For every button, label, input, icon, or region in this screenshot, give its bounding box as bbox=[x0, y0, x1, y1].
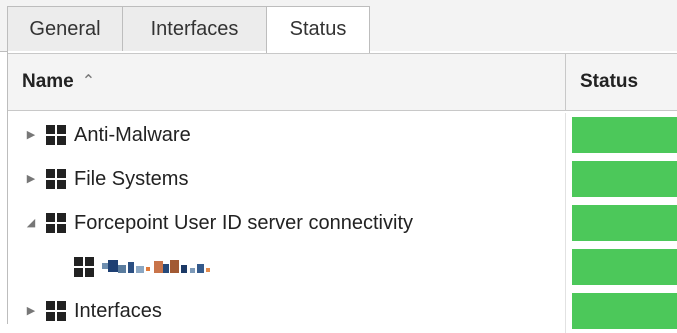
table-row[interactable]: ◢ Forcepoint User ID server connectivity bbox=[8, 201, 677, 245]
grid-icon bbox=[46, 169, 66, 189]
tab-general[interactable]: General bbox=[7, 6, 123, 52]
collapse-arrow-icon[interactable]: ◢ bbox=[24, 201, 38, 245]
row-label: Interfaces bbox=[74, 300, 162, 322]
status-indicator bbox=[572, 161, 677, 197]
row-label: File Systems bbox=[74, 168, 189, 190]
table-row[interactable] bbox=[8, 245, 677, 289]
status-indicator bbox=[572, 205, 677, 241]
sort-ascending-icon: ⌃ bbox=[81, 73, 96, 90]
tab-bar: General Interfaces Status bbox=[0, 0, 677, 53]
column-header-name-label: Name bbox=[22, 71, 74, 92]
redacted-label bbox=[102, 259, 220, 275]
status-indicator bbox=[572, 117, 677, 153]
table-row[interactable]: ▶ Interfaces bbox=[8, 289, 677, 333]
status-tree-table: Name ⌃ Status ▶ Anti-Malware ▶ File Syste… bbox=[7, 51, 677, 333]
expand-arrow-icon[interactable]: ▶ bbox=[24, 289, 38, 333]
column-header-name[interactable]: Name ⌃ bbox=[22, 54, 95, 110]
table-header: Name ⌃ Status bbox=[8, 53, 677, 111]
expand-arrow-icon[interactable]: ▶ bbox=[24, 113, 38, 157]
grid-icon bbox=[46, 301, 66, 321]
expand-arrow-icon[interactable]: ▶ bbox=[24, 157, 38, 201]
grid-icon bbox=[74, 257, 94, 277]
tab-interfaces[interactable]: Interfaces bbox=[122, 6, 267, 52]
grid-icon bbox=[46, 213, 66, 233]
column-header-status[interactable]: Status bbox=[580, 54, 638, 110]
status-indicator bbox=[572, 249, 677, 285]
row-label: Anti-Malware bbox=[74, 124, 191, 146]
table-row[interactable]: ▶ File Systems bbox=[8, 157, 677, 201]
row-label: Forcepoint User ID server connectivity bbox=[74, 212, 414, 234]
grid-icon bbox=[46, 125, 66, 145]
tab-status[interactable]: Status bbox=[266, 6, 370, 53]
table-row[interactable]: ▶ Anti-Malware bbox=[8, 113, 677, 157]
column-divider[interactable] bbox=[565, 54, 566, 110]
